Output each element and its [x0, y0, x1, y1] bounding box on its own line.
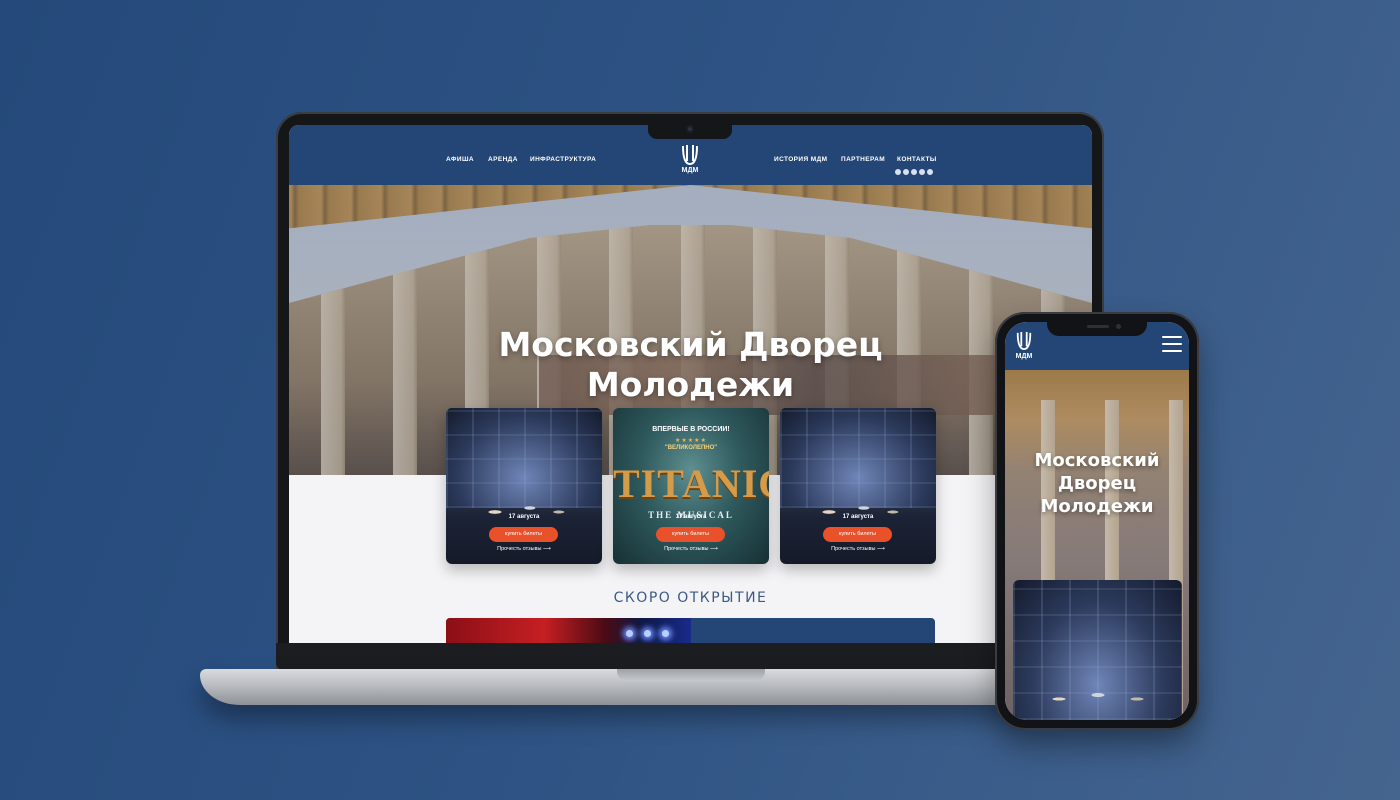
ok-icon[interactable]	[919, 169, 925, 175]
event-card[interactable]: 17 августа купить билеты Прочесть отзывы…	[780, 408, 936, 564]
event-date: 17 августа	[842, 514, 874, 520]
logo-icon[interactable]	[1015, 330, 1033, 352]
speaker-icon	[1087, 325, 1109, 328]
coming-soon-banner[interactable]	[446, 618, 935, 643]
mail-icon[interactable]	[927, 169, 933, 175]
logo-text: МДМ	[1015, 353, 1033, 360]
telegram-icon[interactable]	[903, 169, 909, 175]
logo-icon[interactable]	[680, 143, 700, 167]
logo-text: МДМ	[681, 167, 699, 174]
poster-quote: "ВЕЛИКОЛЕПНО"	[664, 445, 718, 451]
nav-history[interactable]: ИСТОРИЯ МДМ	[774, 156, 827, 163]
event-image	[466, 488, 582, 528]
poster-tag: ВПЕРВЫЕ В РОССИИ!	[652, 426, 730, 433]
event-image	[1033, 675, 1163, 715]
menu-icon[interactable]	[1162, 336, 1182, 352]
poster-title: TITANIC	[613, 461, 769, 506]
vk-icon[interactable]	[895, 169, 901, 175]
coming-soon-image	[446, 618, 691, 643]
nav-afisha[interactable]: АФИША	[446, 156, 474, 163]
camera-icon	[686, 125, 694, 133]
social-links	[895, 169, 933, 175]
camera-icon	[1116, 324, 1121, 329]
phone-notch	[1047, 320, 1147, 336]
buy-tickets-button[interactable]: купить билеты	[489, 527, 558, 542]
nav-arenda[interactable]: АРЕНДА	[488, 156, 518, 163]
event-image	[800, 488, 916, 528]
event-card-titanic[interactable]: ВПЕРВЫЕ В РОССИИ! ★★★★★ "ВЕЛИКОЛЕПНО" TI…	[613, 408, 769, 564]
hero-title: Московский Дворец Молодежи	[498, 325, 883, 404]
nav-partners[interactable]: ПАРТНЕРАМ	[841, 156, 885, 163]
poster-stars: ★★★★★	[675, 437, 707, 444]
phone-screen: МДМ Московский Дворец Молодежи	[1005, 322, 1189, 720]
buy-tickets-button[interactable]: купить билеты	[823, 527, 892, 542]
read-reviews-link[interactable]: Прочесть отзывы ⟶	[780, 546, 936, 552]
event-date: 17 августа	[675, 514, 707, 520]
mobile-hero: Московский Дворец Молодежи	[1005, 370, 1189, 720]
laptop-screen: АФИША АРЕНДА ИНФРАСТРУКТУРА МДМ ИСТОРИЯ …	[289, 125, 1092, 643]
nav-infrastructure[interactable]: ИНФРАСТРУКТУРА	[530, 156, 596, 163]
youtube-icon[interactable]	[911, 169, 917, 175]
laptop-chin	[276, 643, 1104, 669]
laptop-groove	[617, 669, 765, 681]
buy-tickets-button[interactable]: купить билеты	[656, 527, 725, 542]
nav-contacts[interactable]: КОНТАКТЫ	[897, 156, 937, 163]
mobile-event-card[interactable]	[1013, 580, 1182, 720]
coming-soon-title: СКОРО ОТКРЫТИЕ	[613, 590, 768, 606]
read-reviews-link[interactable]: Прочесть отзывы ⟶	[613, 546, 769, 552]
read-reviews-link[interactable]: Прочесть отзывы ⟶	[446, 546, 602, 552]
event-card[interactable]: 17 августа купить билеты Прочесть отзывы…	[446, 408, 602, 564]
mobile-hero-title: Московский Дворец Молодежи	[1034, 450, 1160, 517]
event-date: 17 августа	[508, 514, 540, 520]
